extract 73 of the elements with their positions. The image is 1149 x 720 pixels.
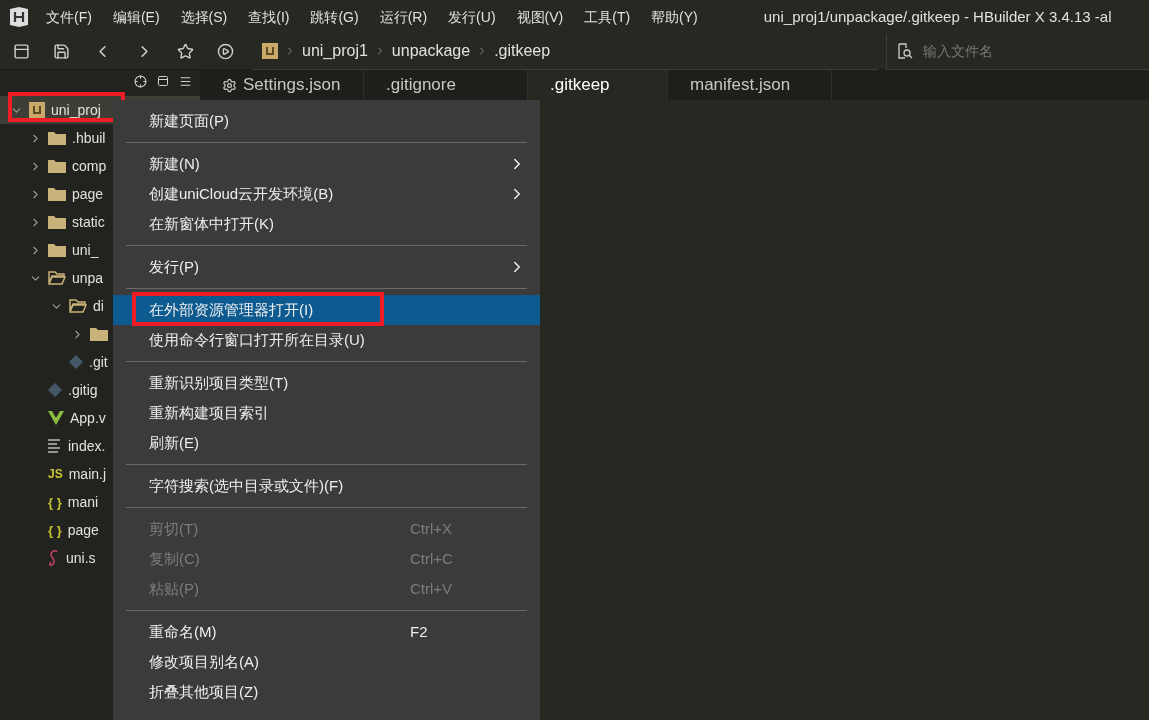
context-menu-item[interactable]: 创建uniCloud云开发环境(B) [113,179,540,209]
folder-icon [48,131,66,145]
tree-item-label[interactable]: mani [67,491,99,513]
folder-icon [90,327,108,341]
breadcrumb-item[interactable]: unpackage [391,39,471,63]
braces-icon: { } [48,523,62,537]
tree-item-label[interactable]: unpa [72,267,104,289]
v-logo-icon [48,411,64,425]
menu-bar-item[interactable]: 跳转(G) [310,6,359,28]
collapse-icon[interactable] [157,75,169,87]
tree-item-label[interactable]: .git [89,351,108,373]
folder-icon [48,215,66,229]
star-icon[interactable] [177,43,194,60]
menu-bar-item[interactable]: 发行(U) [448,6,496,28]
gear-icon [222,77,237,93]
search-icon [897,43,913,59]
app-logo-icon [10,7,28,27]
context-menu-item[interactable]: 重新识别项目类型(T) [113,368,540,398]
context-menu-item[interactable]: 在新窗体中打开(K) [113,209,540,239]
menu-bar-item[interactable]: 编辑(E) [112,6,160,28]
context-menu-item[interactable]: 使用命令行窗口打开所在目录(U) [113,325,540,355]
context-menu-item[interactable]: 修改项目别名(A) [113,647,540,677]
project-icon [29,102,45,118]
breadcrumb-item[interactable]: .gitkeep [494,39,551,63]
tree-item-label[interactable]: .hbuil [72,127,106,149]
locate-icon[interactable] [134,74,147,88]
context-menu-item[interactable]: 在外部资源管理器打开(I) [113,295,540,325]
diamond-icon [69,355,83,369]
menu-bar-item[interactable]: 文件(F) [46,6,92,28]
window-title: uni_proj1/unpackage/.gitkeep - HBuilder X 3.4.13 -al [763,6,1112,27]
file-name-input[interactable]: 输入文件名 [923,40,1123,62]
menu-bar-item[interactable]: 视图(V) [516,6,564,28]
tree-item-label[interactable]: .gitig [68,379,98,401]
context-menu-item[interactable]: 发行(P) [113,252,540,282]
menu-bar-item[interactable]: 选择(S) [180,6,228,28]
folder-icon [48,159,66,173]
tree-item-label[interactable]: page [67,519,99,541]
tree-item-label[interactable]: static [72,211,105,233]
menu-bar-item[interactable]: 运行(R) [379,6,428,28]
context-menu-item[interactable]: 新建(N) [113,149,540,179]
tree-item-label[interactable]: di [93,295,104,317]
tree-item-label[interactable]: uni_proj [51,99,101,121]
file-search-field[interactable]: 输入文件名 [886,33,1149,70]
editor-tab[interactable]: .gitkeep [528,70,668,100]
tree-item-label[interactable]: comp [72,155,107,177]
context-menu-item[interactable]: 折叠其他项目(Z) [113,677,540,707]
folder-icon [48,187,66,201]
diamond-icon [48,383,62,397]
tree-item-label[interactable]: uni_ [72,239,99,261]
open-folder-icon [69,299,87,313]
context-menu-item[interactable]: 字符搜索(选中目录或文件)(F) [113,471,540,501]
menu-bar-item[interactable]: 工具(T) [584,6,631,28]
menu-bar-item[interactable]: 查找(I) [248,6,290,28]
open-folder-icon [48,271,66,285]
menu-icon[interactable] [179,74,192,88]
tree-item-label[interactable]: App.v [70,407,106,429]
sass-icon [48,550,60,566]
text-lines-icon [48,439,62,453]
js-icon: JS [48,468,63,480]
tree-item-label[interactable]: page [72,183,104,205]
context-menu-item[interactable]: 重命名(M) F2 [113,617,540,647]
folder-icon [48,243,66,257]
tree-item-label[interactable]: uni.s [66,547,96,569]
project-icon [262,43,278,59]
tree-item-label[interactable]: index. [68,435,106,457]
tree-item-label[interactable]: main.j [68,463,107,485]
context-menu-item[interactable]: 刷新(E) [113,428,540,458]
save-icon[interactable] [53,43,70,60]
menu-bar-item[interactable]: 帮助(Y) [651,6,698,28]
breadcrumb-item[interactable]: uni_proj1 [302,39,368,63]
context-menu-item[interactable]: 重新构建项目索引 [113,398,540,428]
braces-icon: { } [48,495,62,509]
run-icon[interactable] [217,43,234,60]
